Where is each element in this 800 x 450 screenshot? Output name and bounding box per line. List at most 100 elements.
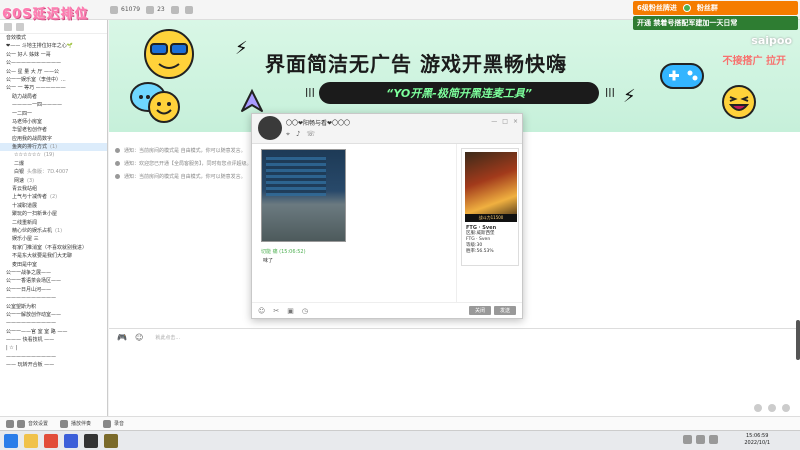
sidebar-channel-item[interactable]: 公—————————— bbox=[0, 59, 107, 67]
sidebar-channel-item[interactable]: ——— 快看技机 —— bbox=[0, 336, 107, 344]
sidebar-channel-item[interactable]: 公一一战争之展—— bbox=[0, 269, 107, 277]
sidebar-channel-item[interactable]: ❤—— 斗地主排位好年之心🌱 bbox=[0, 42, 107, 50]
sidebar-channel-label: 公一一解放创作动室—— bbox=[6, 311, 62, 318]
explorer-icon[interactable] bbox=[24, 433, 38, 448]
audio-settings-button[interactable]: 音效设置 bbox=[6, 419, 48, 428]
sidebar-channel-item[interactable]: —————————— bbox=[0, 353, 107, 361]
player-card[interactable]: 战斗力11500 FTG · Sven 区服:威斯西堡 FTG · Sven 等… bbox=[461, 148, 519, 266]
user-icon bbox=[146, 5, 155, 14]
sidebar-channel-item[interactable]: 精心伙的娱乐占机 (1) bbox=[0, 227, 107, 235]
chat-input-bar: 🎮 ☺ 就此点击... bbox=[109, 328, 800, 346]
emoji-icon[interactable]: ☺ bbox=[135, 333, 143, 342]
pin-icon[interactable] bbox=[754, 404, 762, 412]
player-card-art: 战斗力11500 bbox=[465, 152, 517, 222]
maximize-icon[interactable]: □ bbox=[502, 118, 508, 125]
send-button[interactable]: 发送 bbox=[493, 306, 516, 315]
history-icon[interactable]: ◷ bbox=[302, 307, 308, 315]
image-icon[interactable]: ▣ bbox=[287, 307, 294, 315]
play-accompaniment-button[interactable]: 播放伴奏 bbox=[60, 419, 91, 428]
avatar[interactable] bbox=[258, 116, 282, 140]
sidebar-channel-item[interactable]: 一二四一 bbox=[0, 110, 107, 118]
sidebar-channel-item[interactable]: | ☆ | bbox=[0, 344, 107, 352]
sidebar-channel-item[interactable]: 公一一日月山河—— bbox=[0, 286, 107, 294]
sidebar-channel-item[interactable]: 有家门推消室（不喜欢就别我进） bbox=[0, 244, 107, 252]
sidebar-channel-item[interactable]: 公一 一 等巧 —————— bbox=[0, 84, 107, 92]
sidebar-channel-label: 白银 bbox=[14, 169, 25, 176]
smile-icon[interactable] bbox=[768, 404, 776, 412]
location-icon[interactable]: ⌖ bbox=[286, 130, 290, 139]
sidebar-channel-item[interactable]: 上气与十减传者 (2) bbox=[0, 193, 107, 201]
notice-icon bbox=[115, 148, 120, 153]
sidebar-channel-item[interactable]: 马老师小房室 bbox=[0, 118, 107, 126]
sidebar-channel-item[interactable]: 鱼爽的排行方式 (1) bbox=[0, 143, 107, 152]
sidebar-channel-item[interactable]: 青云我站组 bbox=[0, 185, 107, 193]
sidebar-channel-item[interactable]: 公— 星 量 大 厅 ——公 bbox=[0, 68, 107, 76]
app-icon[interactable] bbox=[64, 433, 78, 448]
shared-screenshot[interactable] bbox=[261, 149, 346, 242]
sidebar-channel-count: (3) bbox=[27, 177, 35, 184]
refresh-icon[interactable] bbox=[16, 22, 24, 31]
lightning-icon-right: ⚡ bbox=[623, 86, 636, 107]
sidebar-channel-item[interactable]: 公一一娱乐室（李佳中）... bbox=[0, 76, 107, 84]
rocket-sticker bbox=[239, 88, 265, 114]
close-button[interactable]: 关闭 bbox=[468, 306, 491, 315]
browser-icon[interactable] bbox=[44, 433, 58, 448]
record-button[interactable]: 录音 bbox=[103, 419, 124, 428]
phone-icon[interactable]: ☏ bbox=[306, 130, 315, 139]
sidebar-channel-item[interactable]: 音效模式 bbox=[0, 34, 107, 42]
sidebar-channel-item[interactable]: —————————— bbox=[0, 319, 107, 327]
sidebar-channel-item[interactable]: 十减职道展 bbox=[0, 202, 107, 210]
sidebar-channel-label: 公一一娱乐室（李佳中）... bbox=[6, 76, 66, 83]
chat-window-controls: — □ × bbox=[491, 118, 518, 125]
more-icon[interactable] bbox=[782, 404, 790, 412]
sidebar-channel-label: —————————— bbox=[6, 295, 56, 302]
sidebar-channel-item[interactable]: ————一四———— bbox=[0, 101, 107, 109]
chat-input[interactable]: 就此点击... bbox=[155, 334, 180, 341]
sidebar-channel-item[interactable]: 公一 好人 姊妹 一哥 bbox=[0, 51, 107, 59]
sidebar-channel-item[interactable]: 助力战局者 bbox=[0, 93, 107, 101]
sidebar-channel-item[interactable]: 网速 (3) bbox=[0, 177, 107, 185]
sidebar-channel-label: 十减职道展 bbox=[12, 202, 38, 209]
sidebar-channel-item[interactable]: 白银 头像版：7D.4007 bbox=[0, 168, 107, 176]
sidebar-channel-item[interactable]: 华留老包创作者 bbox=[0, 126, 107, 134]
clock[interactable]: 15:06:59 2022/10/1 bbox=[744, 433, 770, 447]
sidebar-channel-item[interactable]: 应用我的战局数字 bbox=[0, 135, 107, 143]
share-icon[interactable] bbox=[184, 5, 193, 14]
sidebar-channel-item[interactable]: 娱乐小屋 三 bbox=[0, 235, 107, 243]
tray-icon[interactable] bbox=[709, 435, 718, 444]
mic-icon bbox=[17, 419, 25, 428]
start-icon[interactable] bbox=[4, 433, 18, 448]
sidebar-channel-item[interactable]: 二爆 bbox=[0, 160, 107, 168]
sidebar-channel-item[interactable]: 二线重新闻 bbox=[0, 219, 107, 227]
mic-icon[interactable]: ♪ bbox=[296, 130, 300, 139]
gamepad-icon[interactable]: 🎮 bbox=[117, 333, 127, 342]
sidebar-channel-count: (1) bbox=[55, 227, 63, 234]
sidebar-channel-item[interactable]: 公一一香语茶会场区—— bbox=[0, 277, 107, 285]
list-icon[interactable] bbox=[4, 22, 12, 31]
message-sender: 切能 痛 (15:06:52) bbox=[261, 249, 306, 255]
tray-icon[interactable] bbox=[683, 435, 692, 444]
sidebar-channel-item[interactable]: 公一一——官 室 室 路 —— bbox=[0, 328, 107, 336]
sidebar-channel-item[interactable]: —— 玩转开合板 —— bbox=[0, 361, 107, 369]
settings-icon[interactable] bbox=[170, 5, 179, 14]
emoji-icon[interactable]: ☺ bbox=[258, 307, 265, 315]
close-icon[interactable]: × bbox=[513, 118, 518, 125]
scissors-icon[interactable]: ✂ bbox=[273, 307, 279, 315]
sidebar-channel-item[interactable]: —————————— bbox=[0, 294, 107, 302]
sidebar-channel-item[interactable]: 不是东大就要是我们大无聊 bbox=[0, 252, 107, 260]
sidebar-channel-item[interactable]: ☆☆☆☆☆☆ (19) bbox=[0, 151, 107, 159]
sidebar-header bbox=[0, 20, 107, 34]
sidebar-channel-item[interactable]: 麦田是中室 bbox=[0, 261, 107, 269]
tray-icon[interactable] bbox=[696, 435, 705, 444]
game-app-icon[interactable] bbox=[84, 433, 98, 448]
yo-app-icon[interactable] bbox=[104, 433, 118, 448]
sidebar-channel-item[interactable]: 聚玩的一扫新世小屋 bbox=[0, 210, 107, 218]
sidebar-channel-label: 精心伙的娱乐占机 bbox=[12, 227, 53, 234]
scrollbar[interactable] bbox=[796, 320, 800, 360]
sidebar-channel-label: ❤—— 斗地主排位好年之心🌱 bbox=[6, 43, 74, 50]
minimize-icon[interactable]: — bbox=[491, 118, 497, 125]
sidebar-channel-item[interactable]: 公室望斯为积 bbox=[0, 303, 107, 311]
sidebar-channel-label: 娱乐小屋 三 bbox=[12, 236, 39, 243]
music-icon bbox=[60, 419, 69, 428]
sidebar-channel-item[interactable]: 公一一解放创作动室—— bbox=[0, 311, 107, 319]
